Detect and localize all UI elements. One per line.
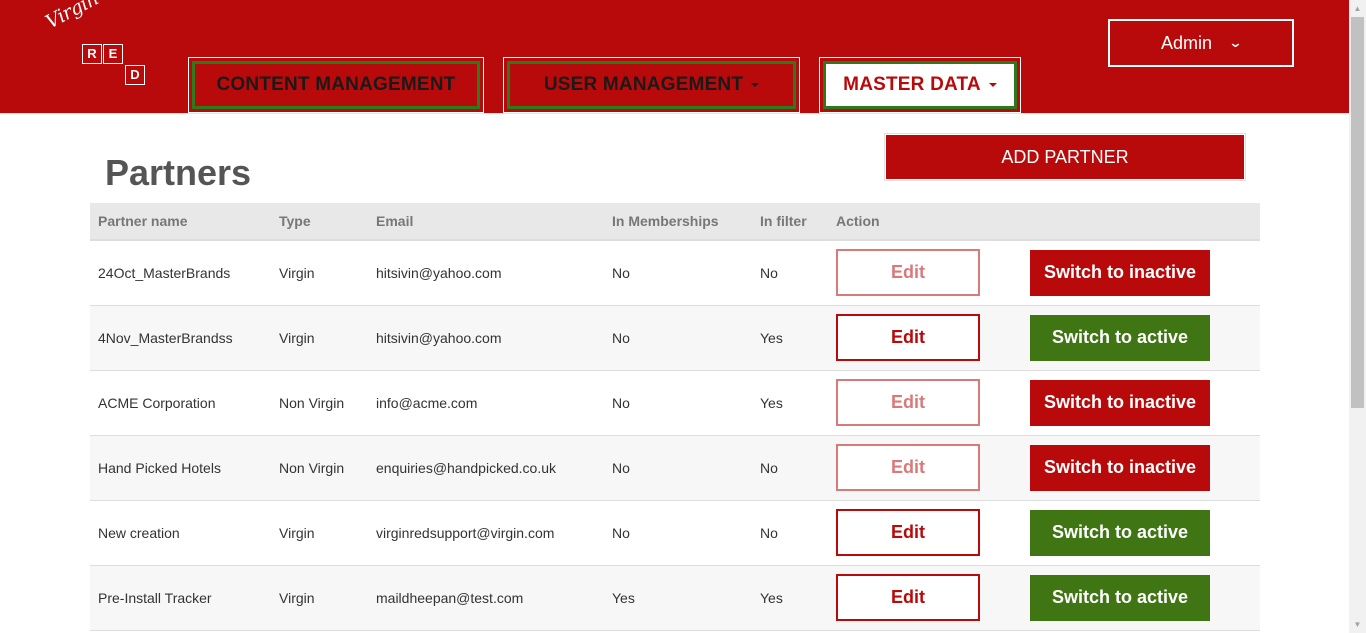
edit-button[interactable]: Edit: [836, 379, 980, 426]
partner-type-cell: Virgin: [279, 264, 315, 281]
in-filter-cell: Yes: [760, 329, 783, 346]
in-memberships-cell: Yes: [612, 589, 635, 606]
partner-name-cell: New creation: [98, 524, 180, 541]
edit-cell: Edit: [828, 305, 1022, 370]
nav-master-data-button[interactable]: MASTER DATA: [823, 61, 1017, 109]
partner-email-cell: hitsivin@yahoo.com: [376, 264, 502, 281]
edit-button[interactable]: Edit: [836, 314, 980, 361]
virgin-red-logo[interactable]: Virgin R E D: [40, 0, 150, 90]
in-filter-cell: No: [760, 524, 778, 541]
vertical-scrollbar[interactable]: ▲ ▼: [1349, 0, 1366, 633]
edit-cell: Edit: [828, 370, 1022, 435]
in-memberships-cell: No: [612, 329, 630, 346]
add-partner-button[interactable]: ADD PARTNER: [885, 134, 1245, 180]
scroll-down-arrow-icon[interactable]: ▼: [1349, 616, 1366, 633]
in-filter-cell: No: [760, 459, 778, 476]
nav-label: CONTENT MANAGEMENT: [216, 74, 456, 95]
in-memberships-cell: No: [612, 459, 630, 476]
caret-down-icon: [988, 83, 997, 87]
partners-table: Partner name Type Email In Memberships I…: [90, 203, 1260, 631]
edit-button[interactable]: Edit: [836, 509, 980, 556]
nav-master-data[interactable]: MASTER DATA: [819, 57, 1021, 113]
logo-letter-d: D: [125, 65, 145, 85]
edit-cell: Edit: [828, 500, 1022, 565]
column-header-type[interactable]: Type: [271, 203, 368, 241]
partner-type-cell: Non Virgin: [279, 459, 345, 476]
table-row: Pre-Install Tracker Virgin maildheepan@tes…: [90, 565, 1260, 630]
logo-letter-e: E: [103, 44, 123, 64]
partner-type-cell: Virgin: [279, 524, 315, 541]
partner-type-cell: Non Virgin: [279, 394, 345, 411]
partner-email-cell: hitsivin@yahoo.com: [376, 329, 502, 346]
partner-name-cell: Hand Picked Hotels: [98, 459, 221, 476]
nav-content-management[interactable]: CONTENT MANAGEMENT: [188, 57, 484, 113]
column-header-partner-name[interactable]: Partner name: [90, 203, 271, 241]
caret-down-icon: [751, 83, 760, 87]
column-header-in-filter[interactable]: In filter: [752, 203, 828, 241]
in-memberships-cell: No: [612, 524, 630, 541]
in-filter-cell: No: [760, 264, 778, 281]
in-filter-cell: Yes: [760, 394, 783, 411]
switch-cell: Switch to active: [1022, 565, 1260, 630]
partner-name-cell: Pre-Install Tracker: [98, 589, 212, 606]
logo-letter-r: R: [82, 44, 102, 64]
switch-to-active-button[interactable]: Switch to active: [1030, 574, 1210, 621]
top-header: Virgin R E D CONTENT MANAGEMENT USER MAN…: [0, 0, 1366, 114]
table-row: New creation Virgin virginredsupport@virgi…: [90, 500, 1260, 565]
edit-button[interactable]: Edit: [836, 574, 980, 621]
partner-name-cell: 4Nov_MasterBrandss: [98, 329, 233, 346]
table-row: 4Nov_MasterBrandss Virgin hitsivin@yahoo.c…: [90, 305, 1260, 370]
switch-to-inactive-button[interactable]: Switch to inactive: [1030, 379, 1210, 426]
partner-email-cell: virginredsupport@virgin.com: [376, 524, 555, 541]
admin-label: Admin: [1161, 32, 1213, 53]
table-row: 24Oct_MasterBrands Virgin hitsivin@yahoo.c…: [90, 240, 1260, 305]
nav-user-management[interactable]: USER MANAGEMENT: [503, 57, 800, 113]
switch-to-active-button[interactable]: Switch to active: [1030, 509, 1210, 556]
partner-name-cell: 24Oct_MasterBrands: [98, 264, 231, 281]
partner-name-cell: ACME Corporation: [98, 394, 216, 411]
in-memberships-cell: No: [612, 264, 630, 281]
column-header-action: Action: [828, 203, 1022, 241]
edit-button[interactable]: Edit: [836, 249, 980, 297]
column-header-email[interactable]: Email: [368, 203, 604, 241]
switch-cell: Switch to inactive: [1022, 370, 1260, 435]
partner-type-cell: Virgin: [279, 329, 315, 346]
edit-cell: Edit: [828, 435, 1022, 500]
edit-cell: Edit: [828, 240, 1022, 305]
partner-email-cell: info@acme.com: [376, 394, 478, 411]
switch-cell: Switch to inactive: [1022, 240, 1260, 305]
nav-label: MASTER DATA: [843, 74, 981, 95]
add-partner-label: ADD PARTNER: [1001, 146, 1129, 167]
in-filter-cell: Yes: [760, 589, 783, 606]
nav-content-management-button[interactable]: CONTENT MANAGEMENT: [192, 61, 480, 109]
switch-cell: Switch to active: [1022, 305, 1260, 370]
admin-menu-button[interactable]: Admin ⌄: [1108, 19, 1294, 67]
page-title: Partners: [105, 152, 252, 193]
switch-to-inactive-button[interactable]: Switch to inactive: [1030, 444, 1210, 491]
nav-user-management-button[interactable]: USER MANAGEMENT: [507, 61, 796, 109]
partner-type-cell: Virgin: [279, 589, 315, 606]
chevron-down-icon: ⌄: [1228, 35, 1243, 50]
table-row: Hand Picked Hotels Non Virgin enquiries@ha…: [90, 435, 1260, 500]
switch-to-active-button[interactable]: Switch to active: [1030, 314, 1210, 361]
switch-cell: Switch to active: [1022, 500, 1260, 565]
scroll-up-arrow-icon[interactable]: ▲: [1349, 0, 1366, 17]
table-header-row: Partner name Type Email In Memberships I…: [90, 203, 1260, 241]
logo-script: Virgin: [42, 0, 102, 34]
table-row: ACME Corporation Non Virgin info@acme.com N…: [90, 370, 1260, 435]
table-body: 24Oct_MasterBrands Virgin hitsivin@yahoo.c…: [90, 240, 1260, 630]
in-memberships-cell: No: [612, 394, 630, 411]
column-header-spacer: [1022, 203, 1260, 241]
edit-cell: Edit: [828, 565, 1022, 630]
edit-button[interactable]: Edit: [836, 444, 980, 491]
nav-label: USER MANAGEMENT: [543, 74, 744, 95]
switch-cell: Switch to inactive: [1022, 435, 1260, 500]
partner-email-cell: maildheepan@test.com: [376, 589, 524, 606]
scroll-thumb[interactable]: [1351, 17, 1364, 408]
column-header-in-memberships[interactable]: In Memberships: [604, 203, 752, 241]
partner-email-cell: enquiries@handpicked.co.uk: [376, 459, 556, 476]
switch-to-inactive-button[interactable]: Switch to inactive: [1030, 249, 1210, 296]
